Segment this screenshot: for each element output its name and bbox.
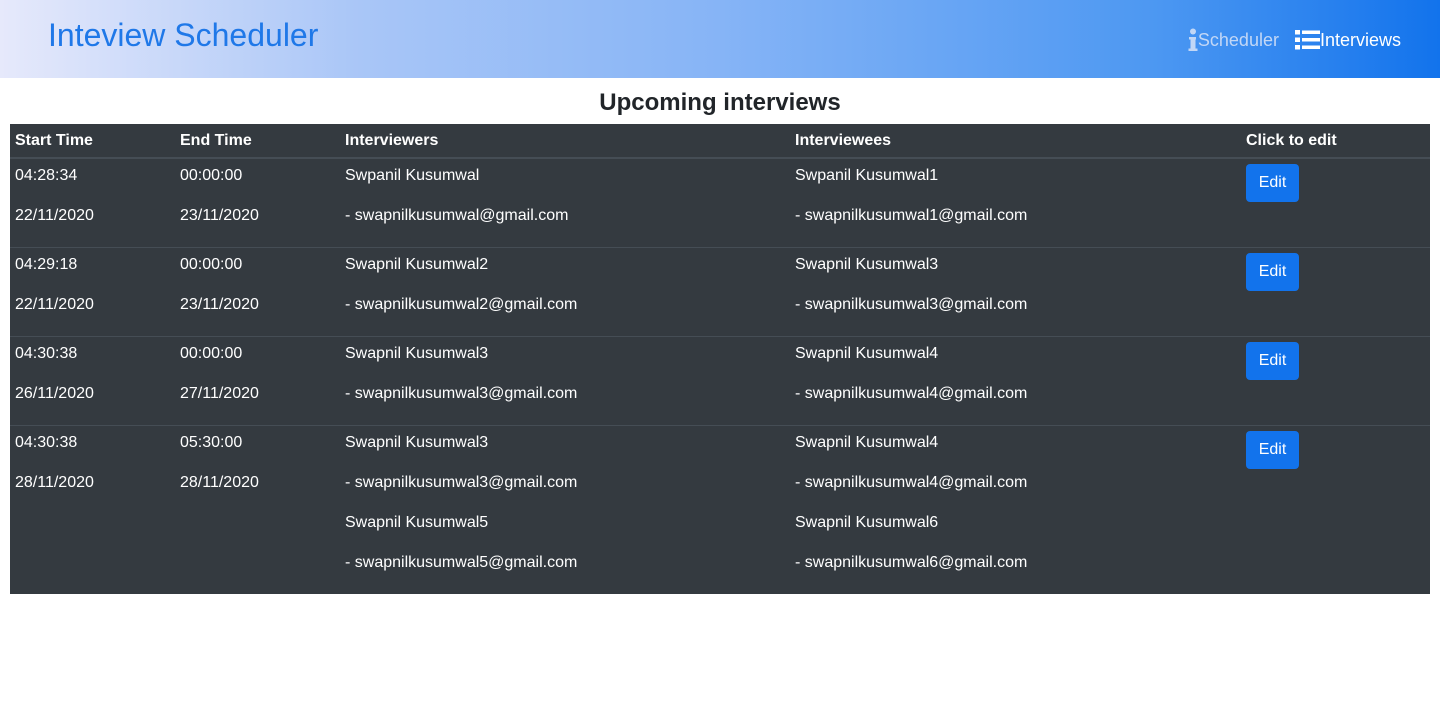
nav-label-scheduler: Scheduler (1197, 30, 1279, 50)
edit-button[interactable]: Edit (1246, 342, 1299, 380)
interviewer-email: - swapnilkusumwal2@gmail.com (345, 296, 578, 313)
table-header-row: Start Time End Time Interviewers Intervi… (10, 124, 1430, 159)
end-time: 00:00:00 (180, 167, 243, 184)
start-time: 04:30:38 (15, 345, 78, 362)
header-interviewers: Interviewers (340, 124, 790, 159)
interviewer-name: Swapnil Kusumwal2 (345, 256, 489, 273)
interviews-table: Start Time End Time Interviewers Intervi… (10, 124, 1430, 594)
header-click-to-edit: Click to edit (1241, 124, 1430, 159)
interviewee-name: Swapnil Kusumwal4 (795, 345, 939, 362)
end-date: 23/11/2020 (180, 207, 259, 224)
app-title[interactable]: Inteview Scheduler (48, 16, 318, 54)
table-row: 04:28:34 22/11/2020 00:00:00 23/11/2020 … (10, 158, 1430, 248)
table-row: 04:30:38 26/11/2020 00:00:00 27/11/2020 … (10, 336, 1430, 426)
action-cell: Edit (1241, 336, 1430, 426)
navbar: Inteview Scheduler Scheduler Interviews (0, 0, 1440, 78)
header-end-time: End Time (175, 124, 340, 159)
end-cell: 00:00:00 23/11/2020 (175, 158, 340, 248)
interviewer-email: - swapnilkusumwal5@gmail.com (345, 554, 578, 571)
end-time: 00:00:00 (180, 345, 243, 362)
interviewer-email: - swapnilkusumwal3@gmail.com (345, 474, 578, 491)
interviewer-email: - swapnilkusumwal3@gmail.com (345, 385, 578, 402)
edit-button[interactable]: Edit (1246, 253, 1299, 291)
page-title: Upcoming interviews (599, 89, 841, 116)
start-time: 04:30:38 (15, 434, 78, 451)
interviewer-name: Swapnil Kusumwal3 (345, 345, 489, 362)
interviewers-cell: Swapnil Kusumwal3 - swapnilkusumwal3@gma… (340, 425, 790, 594)
header-interviewees: Interviewees (790, 124, 1241, 159)
interviewee-email: - swapnilkusumwal4@gmail.com (795, 385, 1028, 402)
interviewees-cell: Swapnil Kusumwal4 - swapnilkusumwal4@gma… (790, 336, 1241, 426)
start-date: 22/11/2020 (15, 296, 94, 313)
interviewers-cell: Swapnil Kusumwal3 - swapnilkusumwal3@gma… (340, 336, 790, 426)
start-cell: 04:28:34 22/11/2020 (10, 158, 175, 248)
interviewee-name: Swapnil Kusumwal6 (795, 514, 939, 531)
info-icon (1188, 28, 1198, 52)
end-time: 05:30:00 (180, 434, 243, 451)
header-start-time: Start Time (10, 124, 175, 159)
end-date: 28/11/2020 (180, 474, 259, 491)
interviewer-name: Swapnil Kusumwal3 (345, 434, 489, 451)
start-cell: 04:30:38 28/11/2020 (10, 425, 175, 594)
table-row: 04:30:38 28/11/2020 05:30:00 28/11/2020 … (10, 425, 1430, 594)
interviewees-cell: Swapnil Kusumwal4 - swapnilkusumwal4@gma… (790, 425, 1241, 594)
interviewee-name: Swapnil Kusumwal4 (795, 434, 939, 451)
edit-button[interactable]: Edit (1246, 431, 1299, 469)
interviewees-cell: Swapnil Kusumwal3 - swapnilkusumwal3@gma… (790, 247, 1241, 337)
interviews-table-container: Start Time End Time Interviewers Intervi… (10, 124, 1430, 594)
start-date: 26/11/2020 (15, 385, 94, 402)
end-cell: 00:00:00 23/11/2020 (175, 247, 340, 337)
action-cell: Edit (1241, 247, 1430, 337)
interviewee-email: - swapnilkusumwal4@gmail.com (795, 474, 1028, 491)
interviewee-email: - swapnilkusumwal3@gmail.com (795, 296, 1028, 313)
end-cell: 00:00:00 27/11/2020 (175, 336, 340, 426)
nav-link-interviews[interactable]: Interviews (1294, 27, 1401, 53)
nav-link-scheduler[interactable]: Scheduler (1188, 27, 1279, 53)
nav-links: Scheduler Interviews (1188, 27, 1401, 53)
start-date: 22/11/2020 (15, 207, 94, 224)
start-cell: 04:30:38 26/11/2020 (10, 336, 175, 426)
interviewee-email: - swapnilkusumwal1@gmail.com (795, 207, 1028, 224)
interviewers-cell: Swapnil Kusumwal2 - swapnilkusumwal2@gma… (340, 247, 790, 337)
interviewees-cell: Swpanil Kusumwal1 - swapnilkusumwal1@gma… (790, 158, 1241, 248)
end-cell: 05:30:00 28/11/2020 (175, 425, 340, 594)
nav-label-interviews: Interviews (1319, 30, 1401, 50)
action-cell: Edit (1241, 158, 1430, 248)
end-time: 00:00:00 (180, 256, 243, 273)
list-icon (1294, 30, 1320, 50)
interviewer-name: Swapnil Kusumwal5 (345, 514, 489, 531)
action-cell: Edit (1241, 425, 1430, 594)
interviewer-email: - swapnilkusumwal@gmail.com (345, 207, 569, 224)
end-date: 23/11/2020 (180, 296, 259, 313)
interviewee-name: Swapnil Kusumwal3 (795, 256, 939, 273)
table-row: 04:29:18 22/11/2020 00:00:00 23/11/2020 … (10, 247, 1430, 337)
interviewee-name: Swpanil Kusumwal1 (795, 167, 939, 184)
end-date: 27/11/2020 (180, 385, 259, 402)
start-time: 04:29:18 (15, 256, 78, 273)
interviewer-name: Swpanil Kusumwal (345, 167, 480, 184)
start-time: 04:28:34 (15, 167, 78, 184)
interviewers-cell: Swpanil Kusumwal - swapnilkusumwal@gmail… (340, 158, 790, 248)
edit-button[interactable]: Edit (1246, 164, 1299, 202)
start-date: 28/11/2020 (15, 474, 94, 491)
interviewee-email: - swapnilkusumwal6@gmail.com (795, 554, 1028, 571)
start-cell: 04:29:18 22/11/2020 (10, 247, 175, 337)
